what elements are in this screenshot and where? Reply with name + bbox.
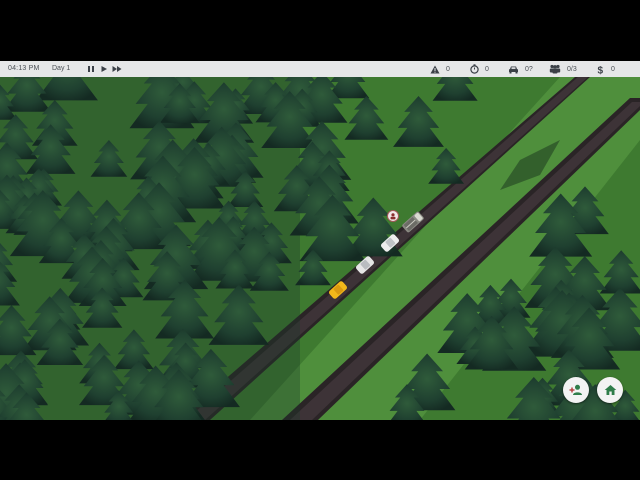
game-viewport[interactable] — [0, 77, 640, 420]
passengers-value: 0/3 — [567, 65, 577, 73]
passenger-pickup-marker[interactable] — [387, 210, 399, 222]
money-stat: $ 0 — [597, 64, 615, 75]
home-button[interactable] — [597, 377, 623, 403]
home-icon — [604, 385, 616, 395]
svg-text:$: $ — [598, 65, 604, 75]
stopwatch-icon — [470, 64, 479, 74]
letterbox-bottom — [0, 420, 640, 480]
vehicles-stat: 0? — [508, 64, 533, 74]
day-counter: Day 1 — [52, 65, 71, 72]
warning-icon — [430, 65, 440, 73]
fast-forward-icon — [112, 66, 122, 72]
money-value: 0 — [611, 65, 615, 73]
pause-button[interactable] — [86, 64, 96, 74]
letterbox-top — [0, 0, 640, 61]
car-icon — [509, 66, 518, 73]
timer-stat: 0 — [470, 64, 489, 74]
alerts-value: 0 — [446, 65, 450, 73]
play-icon — [101, 66, 107, 72]
passengers-stat: 0/3 — [549, 64, 577, 74]
top-status-bar: 04:13 PM Day 1 0 0 0? 0/3 $ 0 — [0, 61, 640, 77]
play-button[interactable] — [99, 64, 109, 74]
alerts-stat: 0 — [430, 64, 450, 74]
dollar-icon: $ — [598, 65, 604, 75]
pause-icon — [88, 66, 94, 72]
timer-value: 0 — [485, 65, 489, 73]
add-person-icon — [569, 384, 582, 395]
fast-forward-button[interactable] — [112, 64, 122, 74]
vehicles-value: 0? — [525, 65, 533, 73]
clock-time: 04:13 PM — [8, 65, 40, 72]
people-icon — [549, 64, 561, 74]
add-passenger-button[interactable] — [563, 377, 589, 403]
forest-road-scene — [0, 77, 640, 420]
